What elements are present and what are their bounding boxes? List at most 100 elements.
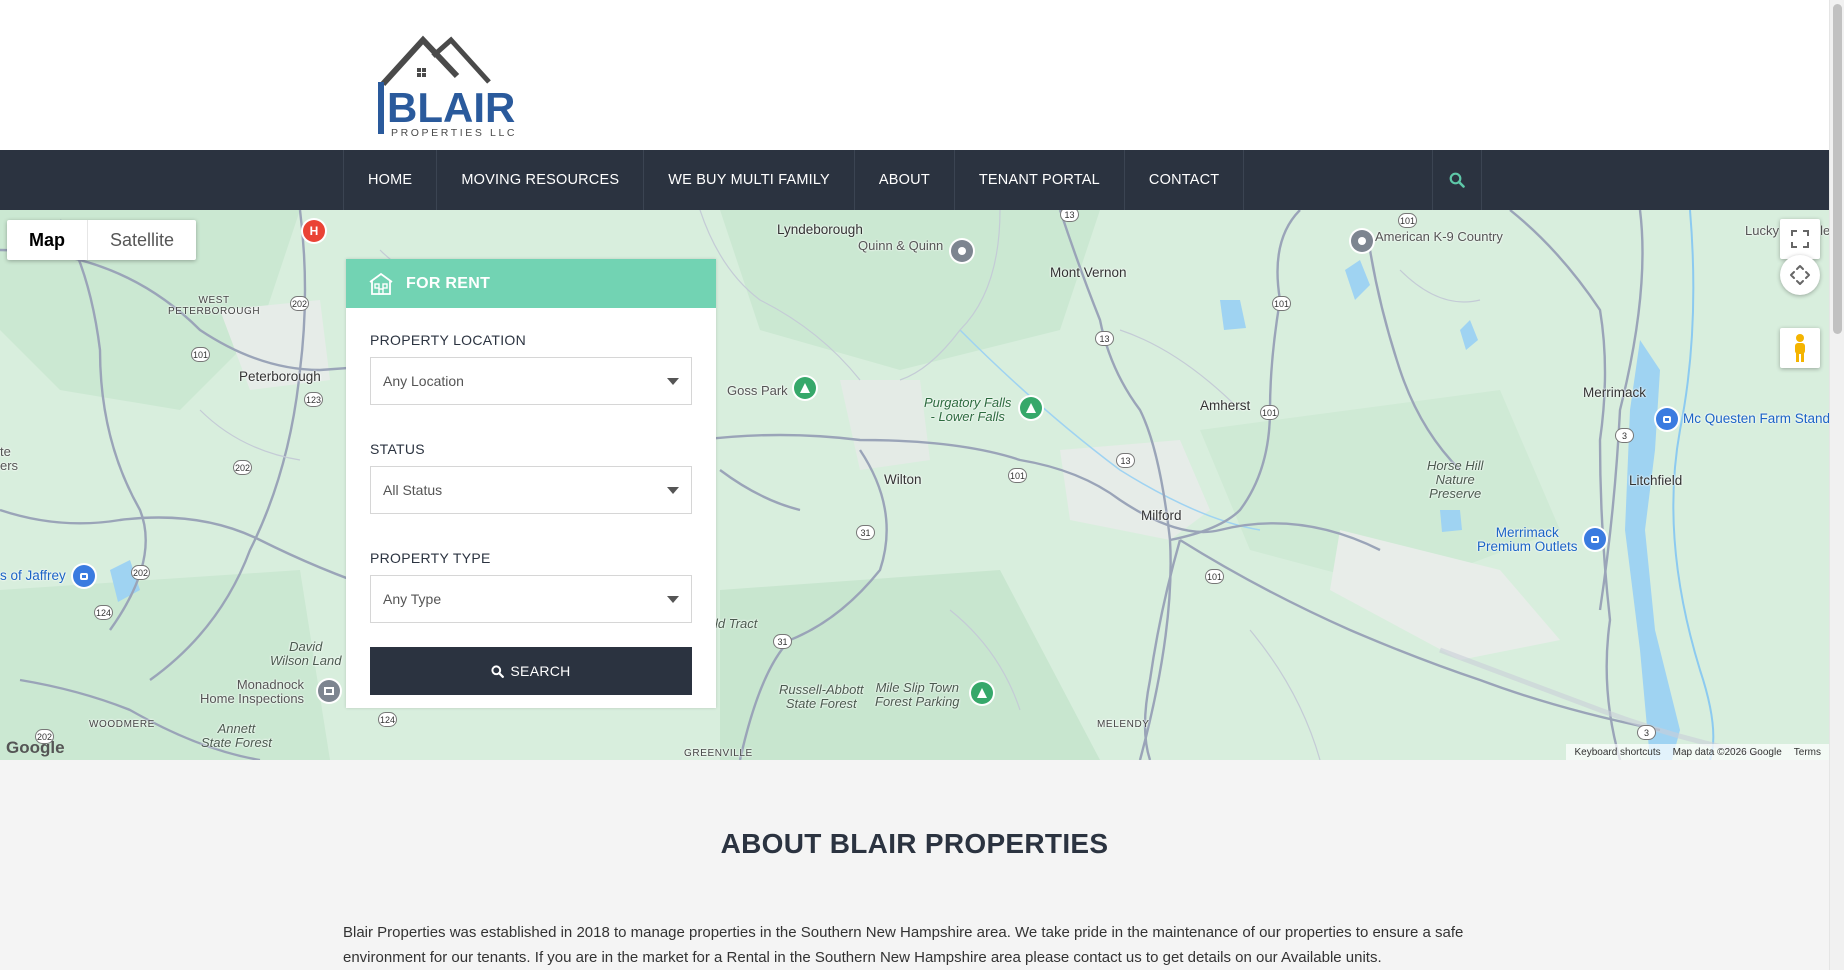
label-purgatory-falls: Purgatory Falls - Lower Falls <box>924 395 1012 424</box>
label-woodmere: WOODMERE <box>89 719 155 730</box>
nav-search-button[interactable] <box>1432 150 1482 210</box>
camera-control-button[interactable] <box>1780 255 1820 295</box>
map-footer: Keyboard shortcuts Map data ©2026 Google… <box>1566 744 1829 760</box>
property-location-label: PROPERTY LOCATION <box>370 332 527 348</box>
route-shield: 13 <box>1116 453 1135 468</box>
building-icon <box>369 272 393 295</box>
svg-text:BLAIR: BLAIR <box>387 84 515 131</box>
nav-moving-resources[interactable]: MOVING RESOURCES <box>436 150 643 210</box>
label-lyndeborough: Lyndeborough <box>777 222 863 237</box>
label-peterborough: Peterborough <box>239 369 321 384</box>
label-russell-abbott-state-forest: Russell-Abbott State Forest <box>779 682 864 711</box>
map-type-map-button[interactable]: Map <box>7 220 88 260</box>
route-shield: 124 <box>378 712 397 727</box>
place-pin-icon[interactable] <box>1351 230 1373 252</box>
route-shield: 101 <box>1260 405 1279 420</box>
place-pin-icon[interactable] <box>951 240 973 262</box>
route-shield: 13 <box>1060 210 1079 222</box>
status-value: All Status <box>383 482 443 498</box>
nav-we-buy-multi-family[interactable]: WE BUY MULTI FAMILY <box>643 150 854 210</box>
map-data-attribution: Map data ©2026 Google <box>1672 746 1782 758</box>
park-icon[interactable] <box>794 377 816 399</box>
park-icon[interactable] <box>971 682 993 704</box>
hospital-icon[interactable]: H <box>303 220 325 242</box>
label-amherst: Amherst <box>1200 398 1251 413</box>
property-map[interactable]: Lyndeborough Quinn & Quinn Mont Vernon A… <box>0 210 1829 760</box>
route-shield: 101 <box>1272 296 1291 311</box>
label-milford: Milford <box>1141 508 1182 523</box>
page-scrollbar[interactable] <box>1829 0 1844 970</box>
nav-contact[interactable]: CONTACT <box>1123 150 1245 210</box>
label-quinn-and-quinn: Quinn & Quinn <box>858 238 944 253</box>
chevron-down-icon <box>667 377 679 385</box>
shopping-icon[interactable] <box>73 565 95 587</box>
park-icon[interactable] <box>1020 397 1042 419</box>
pegman-icon <box>1795 334 1805 362</box>
site-header: BLAIR PROPERTIES LLC <box>0 0 1829 150</box>
label-mc-questen-farm-stand: Mc Questen Farm Stand <box>1683 411 1829 426</box>
route-shield: 13 <box>1095 331 1114 346</box>
panel-title: FOR RENT <box>406 274 491 292</box>
search-button[interactable]: SEARCH <box>370 647 692 695</box>
route-shield: 31 <box>856 525 875 540</box>
label-mont-vernon: Mont Vernon <box>1050 265 1127 280</box>
property-type-select[interactable]: Any Type <box>370 575 692 623</box>
label-jaffrey: s of Jaffrey <box>0 568 66 583</box>
shopping-icon[interactable] <box>1584 528 1606 550</box>
scrollbar-thumb[interactable] <box>1833 4 1842 334</box>
route-shield: 123 <box>304 392 323 407</box>
about-text: Blair Properties was established in 2018… <box>343 924 1464 966</box>
label-merrimack: Merrimack <box>1583 385 1646 400</box>
search-button-label: SEARCH <box>510 663 571 679</box>
terms-link[interactable]: Terms <box>1794 747 1821 758</box>
nav-menu: HOME MOVING RESOURCES WE BUY MULTI FAMIL… <box>343 150 1245 210</box>
search-icon <box>1449 172 1465 188</box>
property-type-label: PROPERTY TYPE <box>370 550 491 566</box>
property-location-select[interactable]: Any Location <box>370 357 692 405</box>
google-logo: Google <box>6 738 65 757</box>
label-melendy: MELENDY <box>1097 719 1150 730</box>
fullscreen-button[interactable] <box>1780 219 1820 259</box>
blair-logo[interactable]: BLAIR PROPERTIES LLC <box>373 34 541 140</box>
nav-home[interactable]: HOME <box>343 150 436 210</box>
map-type-control: Map Satellite <box>7 220 197 260</box>
search-icon <box>491 664 505 678</box>
shopping-icon[interactable] <box>1656 408 1678 430</box>
street-view-pegman[interactable] <box>1780 328 1820 368</box>
property-type-value: Any Type <box>383 591 442 607</box>
route-shield: 101 <box>191 347 210 362</box>
route-shield: 202 <box>131 565 150 580</box>
route-shield: 202 <box>290 296 309 311</box>
panel-header: FOR RENT <box>346 259 716 308</box>
route-shield: 101 <box>1398 213 1417 228</box>
route-shield: 101 <box>1008 468 1027 483</box>
route-shield: 31 <box>773 634 792 649</box>
label-greenville: GREENVILLE <box>684 748 753 759</box>
route-shield: 3 <box>1637 725 1656 740</box>
route-shield: 3 <box>1615 428 1634 443</box>
label-horse-hill-nature-preserve: Horse Hill Nature Preserve <box>1427 458 1484 501</box>
label-litchfield: Litchfield <box>1629 473 1683 488</box>
keyboard-shortcuts-link[interactable]: Keyboard shortcuts <box>1574 747 1660 758</box>
map-type-satellite-button[interactable]: Satellite <box>88 220 196 260</box>
camera-move-icon <box>1790 265 1810 285</box>
about-title: ABOUT BLAIR PROPERTIES <box>720 828 1109 859</box>
route-shield: 124 <box>94 605 113 620</box>
status-label: STATUS <box>370 441 425 457</box>
status-select[interactable]: All Status <box>370 466 692 514</box>
property-location-value: Any Location <box>383 373 464 389</box>
nav-about[interactable]: ABOUT <box>853 150 954 210</box>
chevron-down-icon <box>667 595 679 603</box>
label-wilton: Wilton <box>884 472 922 487</box>
fullscreen-icon <box>1791 230 1809 248</box>
business-icon[interactable] <box>318 680 340 702</box>
main-nav: HOME MOVING RESOURCES WE BUY MULTI FAMIL… <box>0 150 1829 210</box>
label-goss-park: Goss Park <box>727 383 788 398</box>
nav-tenant-portal[interactable]: TENANT PORTAL <box>953 150 1124 210</box>
label-edge-fragment: te ers <box>0 444 19 473</box>
label-west-peterborough: WEST PETERBOROUGH <box>168 295 261 317</box>
chevron-down-icon <box>667 486 679 494</box>
label-mile-slip-town-forest: Mile Slip Town Forest Parking <box>875 680 960 709</box>
label-monadnock-home-inspections: Monadnock Home Inspections <box>200 677 305 706</box>
label-annett-state-forest: Annett State Forest <box>201 721 272 750</box>
